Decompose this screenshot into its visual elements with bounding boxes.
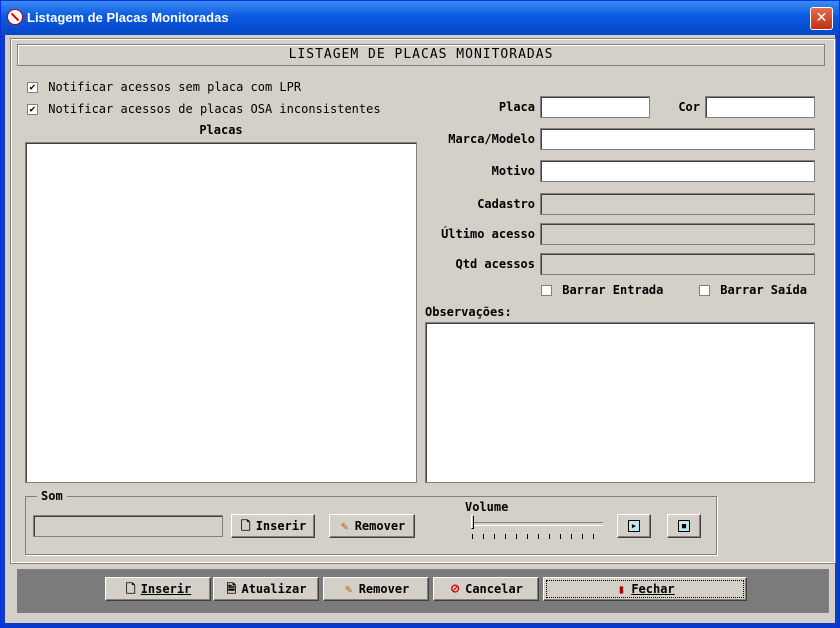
stop-button[interactable]: ■ bbox=[667, 514, 701, 538]
lpr-checkbox[interactable]: ✔ bbox=[27, 82, 38, 93]
refresh-document-icon: 🗎 bbox=[226, 582, 237, 596]
lpr-option[interactable]: ✔ Notificar acessos sem placa com LPR bbox=[27, 80, 301, 94]
volume-slider-thumb[interactable] bbox=[471, 515, 474, 529]
title-bar[interactable]: Listagem de Placas Monitoradas ✕ bbox=[1, 1, 839, 35]
cor-input[interactable] bbox=[705, 96, 815, 118]
sound-insert-label: Inserir bbox=[255, 519, 307, 533]
cadastro-field bbox=[540, 193, 815, 215]
cancelar-button[interactable]: ⊘ Cancelar bbox=[433, 577, 539, 601]
barrar-saida-option[interactable]: Barrar Saída bbox=[699, 283, 807, 297]
cor-label: Cor bbox=[678, 100, 700, 114]
cadastro-label: Cadastro bbox=[477, 197, 535, 211]
observacoes-label: Observações: bbox=[425, 305, 512, 319]
new-document-icon: 🗋 bbox=[240, 519, 251, 533]
osa-option[interactable]: ✔ Notificar acessos de placas OSA incons… bbox=[27, 102, 381, 116]
sound-remove-label: Remover bbox=[354, 519, 406, 533]
cancel-icon: ⊘ bbox=[450, 581, 460, 597]
placa-input[interactable] bbox=[540, 96, 650, 118]
page-title: LISTAGEM DE PLACAS MONITORADAS bbox=[17, 44, 825, 66]
remover-button[interactable]: ✎ Remover bbox=[323, 577, 429, 601]
close-button[interactable]: ✕ bbox=[810, 7, 833, 30]
placas-list[interactable] bbox=[25, 142, 417, 483]
stop-icon: ■ bbox=[678, 520, 690, 532]
no-entry-icon bbox=[7, 9, 23, 25]
atualizar-label: Atualizar bbox=[241, 582, 307, 596]
barrar-entrada-checkbox[interactable] bbox=[541, 285, 552, 296]
play-icon: ▶ bbox=[628, 520, 640, 532]
marca-input[interactable] bbox=[540, 128, 815, 150]
remover-label: Remover bbox=[358, 582, 410, 596]
window-title: Listagem de Placas Monitoradas bbox=[27, 10, 229, 25]
fechar-button[interactable]: ▮ Fechar bbox=[543, 577, 747, 601]
play-button[interactable]: ▶ bbox=[617, 514, 651, 538]
app-window: Listagem de Placas Monitoradas ✕ LISTAGE… bbox=[0, 0, 840, 628]
eraser-icon: ✎ bbox=[341, 519, 349, 533]
placa-label: Placa bbox=[498, 100, 535, 114]
eraser-icon: ✎ bbox=[345, 582, 353, 596]
door-icon: ▮ bbox=[617, 582, 625, 596]
fechar-label: Fechar bbox=[631, 582, 675, 596]
sound-file-field bbox=[33, 515, 223, 537]
qtd-acessos-field bbox=[540, 253, 815, 275]
volume-label: Volume bbox=[465, 500, 509, 514]
osa-checkbox[interactable]: ✔ bbox=[27, 104, 38, 115]
inserir-label: Inserir bbox=[140, 582, 192, 596]
observacoes-textarea[interactable] bbox=[425, 322, 815, 483]
ultimo-acesso-field bbox=[540, 223, 815, 245]
placas-heading: Placas bbox=[199, 123, 243, 137]
lpr-label: Notificar acessos sem placa com LPR bbox=[48, 80, 302, 94]
barrar-saida-label: Barrar Saída bbox=[720, 283, 807, 297]
atualizar-button[interactable]: 🗎 Atualizar bbox=[213, 577, 319, 601]
new-document-icon: 🗋 bbox=[125, 582, 136, 596]
marca-label: Marca/Modelo bbox=[448, 132, 535, 146]
client-area: LISTAGEM DE PLACAS MONITORADAS ✔ Notific… bbox=[5, 35, 836, 623]
barrar-entrada-label: Barrar Entrada bbox=[562, 283, 664, 297]
barrar-entrada-option[interactable]: Barrar Entrada bbox=[541, 283, 663, 297]
motivo-label: Motivo bbox=[491, 164, 535, 178]
cancelar-label: Cancelar bbox=[465, 582, 523, 596]
inserir-button[interactable]: 🗋 Inserir bbox=[105, 577, 211, 601]
barrar-saida-checkbox[interactable] bbox=[699, 285, 710, 296]
qtd-acessos-label: Qtd acessos bbox=[455, 257, 535, 271]
sound-remove-button[interactable]: ✎ Remover bbox=[329, 514, 415, 538]
motivo-input[interactable] bbox=[540, 160, 815, 182]
osa-label: Notificar acessos de placas OSA inconsis… bbox=[48, 102, 381, 116]
som-group-label: Som bbox=[37, 489, 67, 503]
volume-slider[interactable] bbox=[473, 522, 603, 526]
sound-insert-button[interactable]: 🗋 Inserir bbox=[231, 514, 315, 538]
ultimo-acesso-label: Último acesso bbox=[441, 227, 535, 241]
